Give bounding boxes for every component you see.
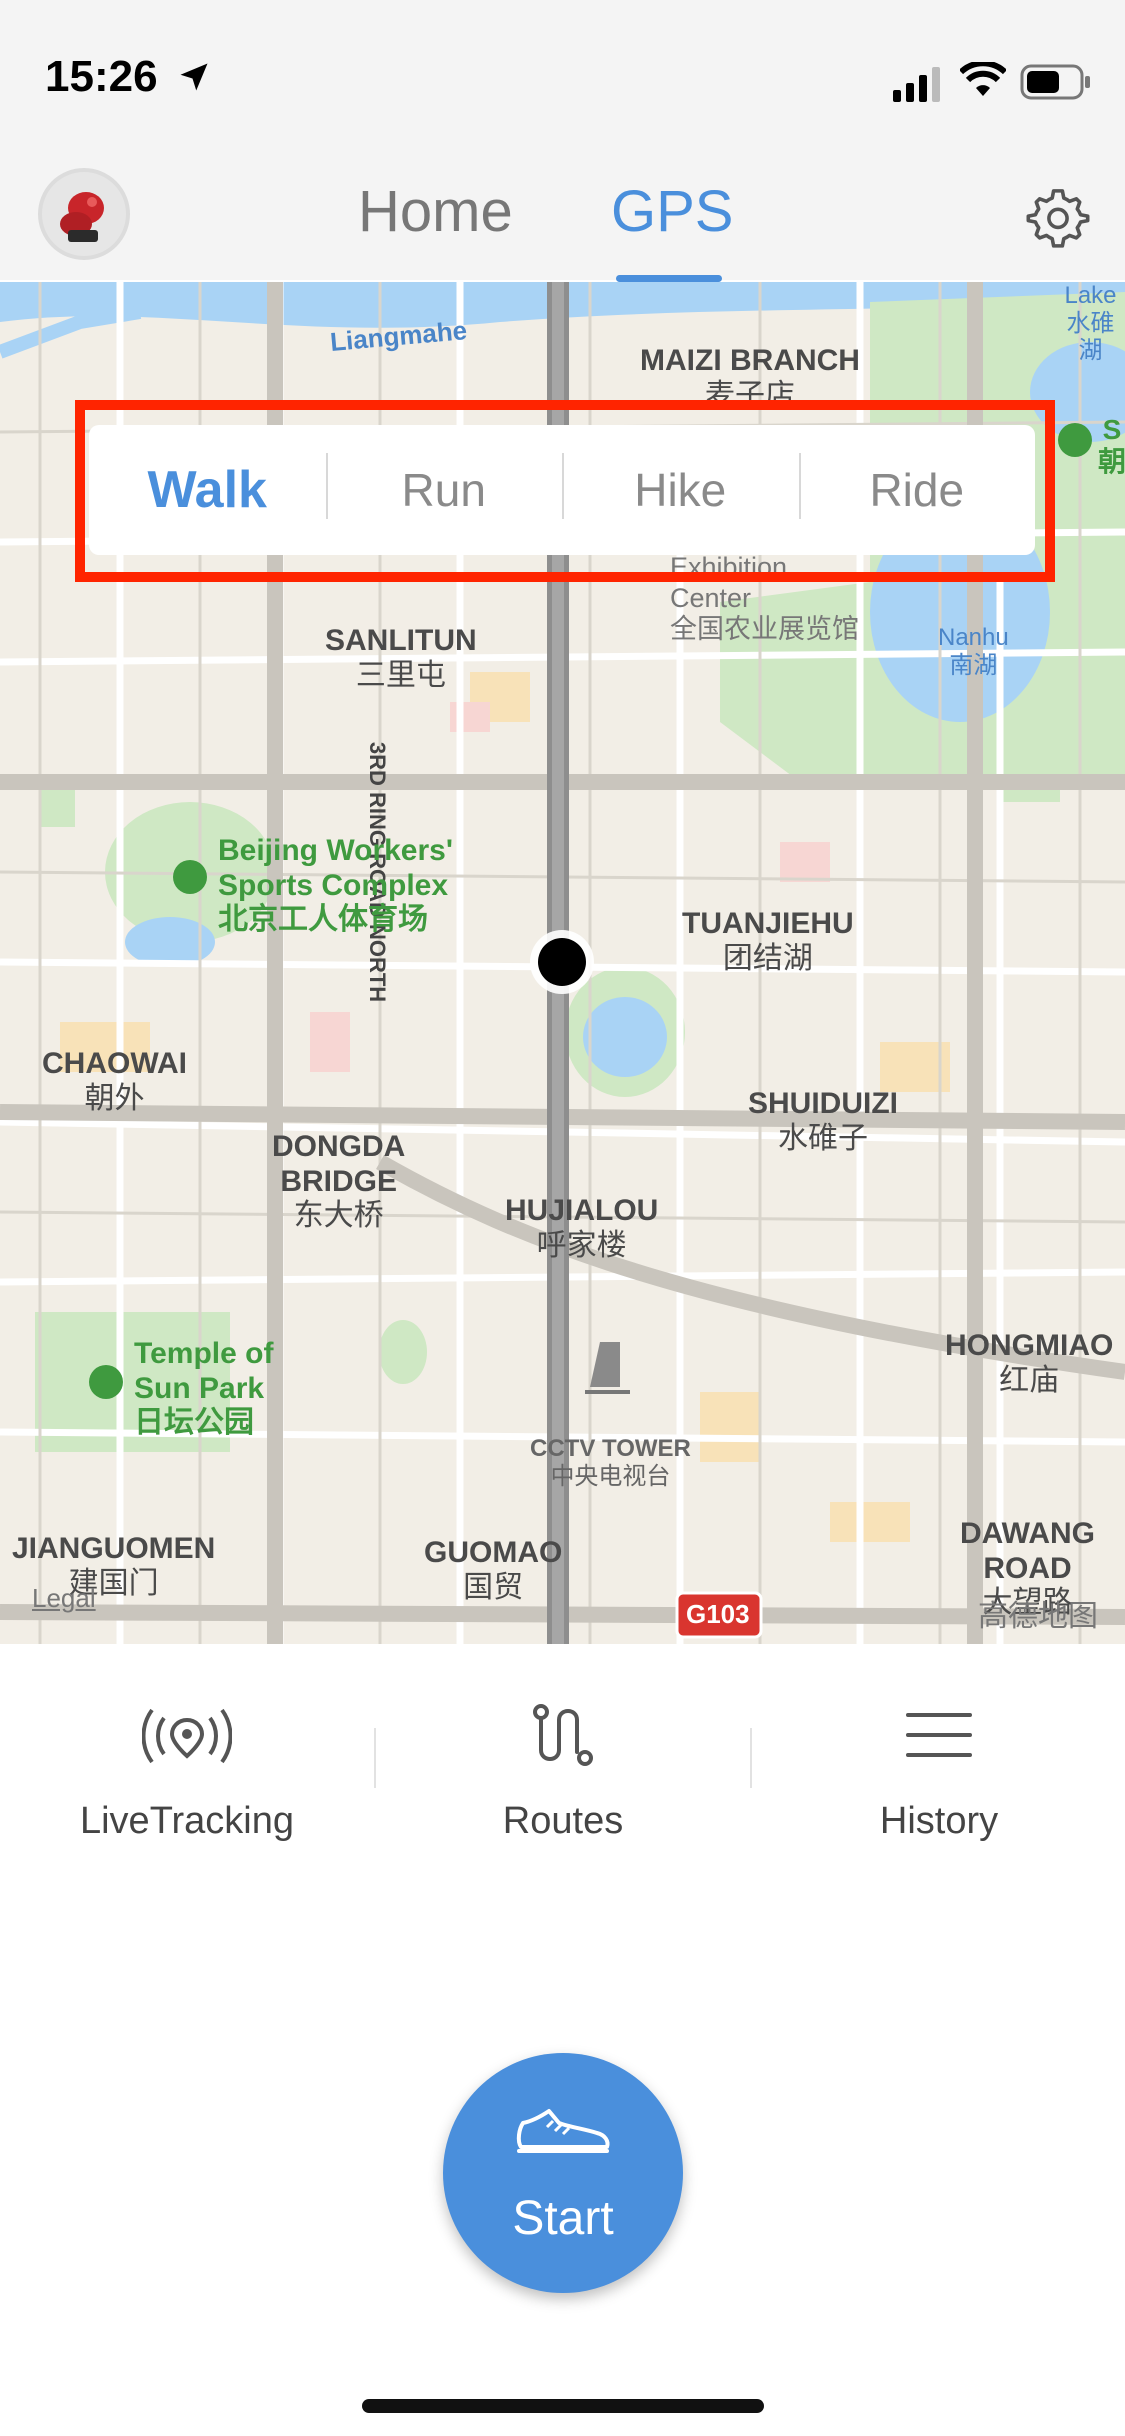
highway-shield: G103 [686, 1599, 750, 1629]
active-tab-indicator [616, 275, 722, 282]
map-attribution: 高德地图 [978, 1600, 1098, 1633]
activity-hike[interactable]: Hike [562, 453, 799, 519]
nav-label: LiveTracking [79, 1800, 294, 1842]
battery-icon [1020, 64, 1090, 100]
nav-livetracking[interactable]: LiveTracking [0, 1690, 374, 1843]
map-label: SANLITUN 三里屯 [325, 624, 477, 692]
sneaker-icon [516, 2109, 610, 2153]
map-label: Nanhu 南湖 [938, 624, 1009, 679]
boxing-glove-avatar-icon [60, 192, 104, 242]
map-label: SHUIDUIZI 水碓子 [748, 1087, 898, 1155]
activity-ride[interactable]: Ride [798, 453, 1036, 519]
map-label: CCTV TOWER 中央电视台 [530, 1435, 691, 1490]
tab-gps[interactable]: GPS [611, 178, 734, 245]
map-label: CHAOWAI 朝外 [42, 1047, 187, 1115]
activity-walk[interactable]: Walk [89, 460, 326, 520]
nav-label: History [879, 1800, 999, 1842]
map-label: HONGMIAO 红庙 [945, 1329, 1114, 1397]
map-label: TUANJIEHU 团结湖 [682, 907, 854, 975]
home-indicator [362, 2399, 764, 2413]
activity-run[interactable]: Run [325, 453, 563, 519]
map-label: GUOMAO 国贸 [424, 1536, 563, 1604]
map-label: DONGDA BRIDGE 东大桥 [272, 1130, 406, 1232]
routes-icon [533, 1704, 593, 1766]
wifi-icon [960, 62, 1006, 96]
nav-history[interactable]: History [752, 1690, 1125, 1843]
location-arrow-icon [180, 63, 208, 91]
legal-link[interactable]: Legal [32, 1583, 96, 1614]
avatar[interactable] [38, 168, 130, 260]
start-label: Start [512, 2192, 614, 2245]
map-label: S朝 [1098, 414, 1125, 478]
map-label: Beijing Workers' Sports Complex 北京工人体育场 [218, 834, 453, 936]
live-tracking-icon [142, 1708, 232, 1764]
history-list-icon [906, 1713, 972, 1757]
top-header [0, 150, 1125, 280]
signal-icon [893, 67, 940, 102]
status-time: 15:26 [45, 52, 212, 102]
tab-home[interactable]: Home [358, 178, 513, 245]
start-button[interactable]: Start [443, 2053, 683, 2293]
map-label: HUJIALOU 呼家楼 [505, 1194, 659, 1262]
nav-label: Routes [502, 1800, 624, 1842]
map-label: Lake 水碓湖 [1064, 282, 1117, 365]
gear-icon[interactable] [1025, 184, 1091, 250]
nav-routes[interactable]: Routes [376, 1690, 750, 1843]
activity-type-selector[interactable]: Walk Run Hike Ride [89, 425, 1035, 555]
map-label: Temple of Sun Park 日坛公园 [134, 1337, 274, 1439]
